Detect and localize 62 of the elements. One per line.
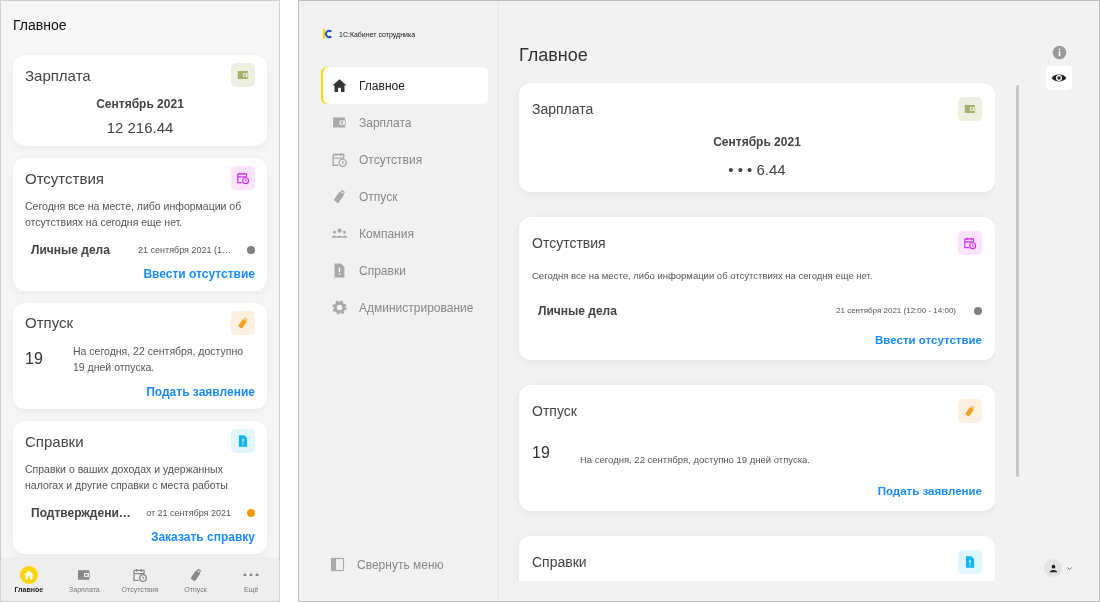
salary-period: Сентябрь 2021 [712, 135, 802, 149]
wallet-icon [963, 102, 977, 116]
item-name: Подтверждени… [31, 505, 132, 520]
page-title: Главное [519, 45, 589, 67]
calendar-clock-icon [963, 236, 977, 250]
days-count: 19 [532, 444, 551, 463]
info-icon[interactable] [1051, 45, 1067, 60]
visibility-button[interactable] [1046, 66, 1072, 90]
card-title: Зарплата [532, 101, 594, 117]
item-date: 21 сентября 2021 (12:00 - 14:00) [836, 306, 956, 316]
collapse-menu-button[interactable]: Свернуть меню [321, 556, 444, 573]
suitcase-icon [963, 403, 977, 418]
card-text: На сегодня, 22 сентября, доступно 19 дней отпуска. [580, 452, 810, 467]
more-icon [243, 572, 260, 577]
document-icon [963, 555, 977, 570]
card-text: Справки о ваших доходах и удержанных налогах и другие справки с места работы [25, 462, 229, 494]
user-icon [1047, 562, 1059, 574]
item-name: Личные дела [31, 242, 111, 257]
action-link[interactable]: Подать заявление [146, 385, 255, 400]
card-title: Отсутствия [25, 169, 104, 187]
salary-period: Сентябрь 2021 [95, 97, 185, 111]
item-name: Личные дела [538, 303, 618, 318]
card-text: Сегодня все на месте, либо информации об отсутствиях на сегодня еще нет. [25, 199, 243, 231]
calendar-clock-icon [331, 151, 348, 168]
days-count: 19 [25, 349, 44, 368]
document-icon [236, 434, 250, 449]
item-date: 21 сентября 2021 (1… [138, 244, 231, 255]
logo-icon [321, 27, 335, 41]
action-link[interactable]: Ввести отсутствие [875, 333, 982, 346]
suitcase-icon [331, 188, 348, 205]
sidebar-item[interactable]: Компания [321, 215, 488, 252]
wallet-icon [236, 68, 250, 82]
sidebar-item[interactable]: Отсутствия [321, 141, 488, 178]
scrollbar[interactable] [1016, 85, 1019, 477]
calendar-clock-icon [236, 171, 250, 185]
user-menu-button[interactable] [1044, 559, 1074, 577]
card-text: Сегодня все на месте, либо информации об отсутствиях на сегодня еще нет. [532, 269, 874, 283]
card-title: Отсутствия [532, 235, 606, 251]
item-date: от 21 сентября 2021 [146, 507, 231, 518]
sidebar-item[interactable]: Справки [321, 252, 488, 289]
home-icon [331, 77, 348, 94]
sidebar-item[interactable]: Зарплата [321, 104, 488, 141]
card-title: Справки [25, 432, 84, 450]
action-link[interactable]: Ввести отсутствие [143, 266, 255, 281]
action-link[interactable]: Заказать справку [150, 529, 255, 544]
home-icon [22, 568, 35, 581]
sidebar-item[interactable]: Администрирование [321, 289, 488, 326]
calendar-clock-icon [132, 566, 148, 583]
card-title: Справки [532, 554, 587, 571]
sidebar-item[interactable]: Главное [321, 67, 488, 104]
suitcase-icon [236, 315, 250, 330]
settings-icon [331, 299, 348, 316]
page-title: Главное [13, 17, 67, 33]
action-link[interactable]: Подать заявление [877, 485, 982, 498]
card-text: На сегодня, 22 сентября, доступно 19 дней отпуска. [73, 343, 245, 375]
salary-amount: • • • 6.44 [727, 161, 787, 178]
card-title: Отпуск [532, 402, 577, 419]
card-title: Зарплата [25, 66, 91, 84]
salary-amount: 12 216.44 [105, 119, 175, 136]
sidebar-item[interactable]: Отпуск [321, 178, 488, 215]
sidebar-panel-icon [329, 556, 346, 573]
card-title: Отпуск [25, 314, 74, 332]
